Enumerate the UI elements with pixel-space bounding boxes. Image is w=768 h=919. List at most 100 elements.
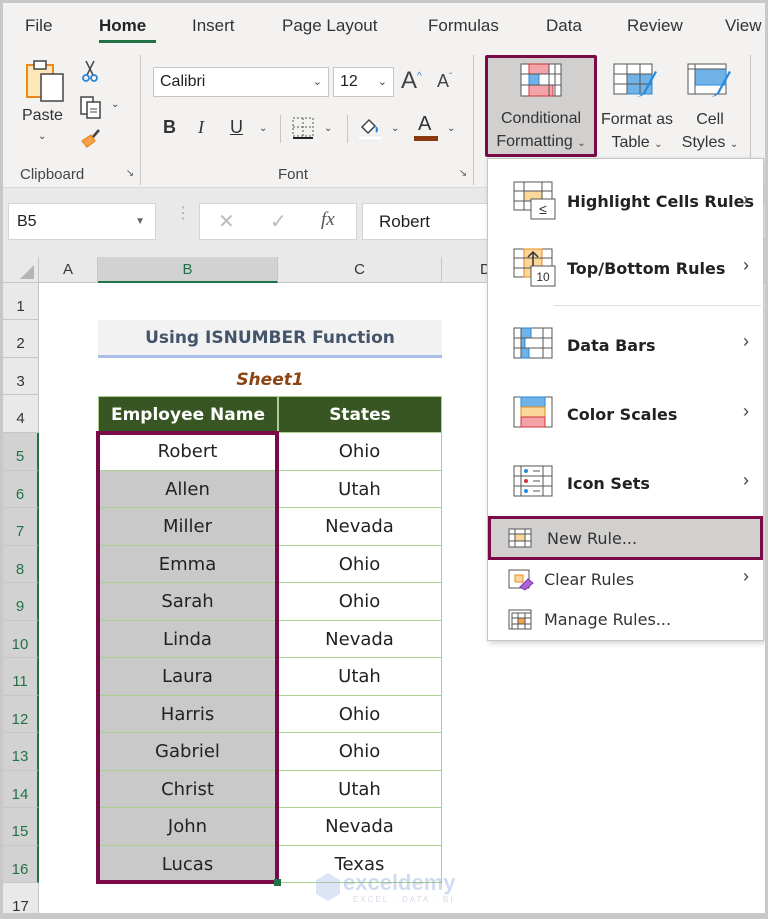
tab-review[interactable]: Review: [627, 16, 683, 36]
cell-state[interactable]: Ohio: [278, 583, 442, 621]
row-header-3[interactable]: 3: [3, 358, 39, 395]
clipboard-launcher-icon[interactable]: ↘: [124, 168, 136, 180]
cell-state[interactable]: Ohio: [278, 695, 442, 733]
borders-chevron-icon[interactable]: ⌄: [324, 123, 332, 134]
menu-item-data-bars[interactable]: Data Bars ›: [488, 309, 763, 377]
insert-function-icon[interactable]: fx: [321, 209, 335, 231]
row-header-13[interactable]: 13: [3, 733, 39, 771]
fill-color-button[interactable]: [357, 115, 383, 146]
column-header-b[interactable]: B: [98, 257, 278, 283]
font-size-dropdown[interactable]: 12 ⌄: [333, 67, 394, 97]
cell-state[interactable]: Utah: [278, 470, 442, 508]
cell-state[interactable]: Nevada: [278, 508, 442, 546]
enter-icon[interactable]: ✓: [270, 209, 287, 234]
tab-view[interactable]: View: [725, 16, 762, 36]
row-header-6[interactable]: 6: [3, 470, 39, 508]
sheet-title[interactable]: Using ISNUMBER Function: [98, 320, 442, 358]
select-all-button[interactable]: [3, 257, 39, 283]
copy-button[interactable]: ⌄: [79, 95, 119, 124]
cell-employee-name[interactable]: Gabriel: [98, 733, 278, 771]
font-name-dropdown[interactable]: Calibri ⌄: [153, 67, 329, 97]
bold-button[interactable]: B: [163, 117, 176, 138]
column-header-c[interactable]: C: [278, 257, 442, 283]
format-painter-button[interactable]: [79, 127, 103, 156]
cell-state[interactable]: Utah: [278, 658, 442, 696]
menu-item-top-bottom-rules[interactable]: 10 Top/Bottom Rules ›: [488, 239, 763, 299]
font-color-chevron-icon[interactable]: ⌄: [447, 123, 455, 134]
cell-employee-name[interactable]: Harris: [98, 695, 278, 733]
cell-state[interactable]: Nevada: [278, 620, 442, 658]
underline-chevron-icon[interactable]: ⌄: [259, 123, 267, 134]
header-employee-name[interactable]: Employee Name: [98, 396, 278, 433]
fill-bucket-icon: [357, 118, 383, 141]
cell-employee-name[interactable]: Lucas: [98, 845, 278, 883]
cell-employee-name[interactable]: Robert: [98, 433, 278, 471]
name-box[interactable]: B5 ▼: [8, 203, 156, 240]
cell-employee-name[interactable]: Miller: [98, 508, 278, 546]
fill-color-chevron-icon[interactable]: ⌄: [391, 123, 399, 134]
tab-data[interactable]: Data: [546, 16, 582, 36]
row-header-14[interactable]: 14: [3, 770, 39, 808]
tab-formulas[interactable]: Formulas: [428, 16, 499, 36]
tab-home[interactable]: Home: [99, 16, 146, 36]
cancel-icon[interactable]: ✕: [218, 209, 235, 234]
menu-item-new-rule[interactable]: New Rule...: [488, 516, 763, 560]
paste-button[interactable]: Paste ⌄: [19, 55, 69, 142]
paste-chevron-icon: ⌄: [38, 131, 47, 142]
font-color-button[interactable]: A: [414, 113, 438, 141]
cell-employee-name[interactable]: Emma: [98, 545, 278, 583]
font-launcher-icon[interactable]: ↘: [457, 168, 469, 180]
menu-item-color-scales[interactable]: Color Scales ›: [488, 379, 763, 447]
row-header-7[interactable]: 7: [3, 508, 39, 546]
data-bars-icon: [513, 327, 553, 359]
cell-state[interactable]: Nevada: [278, 808, 442, 846]
format-as-table-button[interactable]: Format as Table ⌄: [599, 59, 675, 159]
watermark: exceldemy EXCEL · DATA · BI: [315, 870, 465, 910]
menu-item-icon-sets[interactable]: Icon Sets ›: [488, 449, 763, 517]
row-header-11[interactable]: 11: [3, 658, 39, 696]
row-header-2[interactable]: 2: [3, 320, 39, 358]
row-header-10[interactable]: 10: [3, 620, 39, 658]
row-header-16[interactable]: 16: [3, 845, 39, 883]
row-header-4[interactable]: 4: [3, 395, 39, 433]
formula-bar-resize-handle[interactable]: ⋮: [175, 206, 191, 222]
cell-employee-name[interactable]: Allen: [98, 470, 278, 508]
conditional-formatting-button[interactable]: Conditional Formatting ⌄: [485, 55, 597, 157]
underline-button[interactable]: U: [230, 117, 243, 138]
cell-state[interactable]: Utah: [278, 770, 442, 808]
menu-item-highlight-cells-rules[interactable]: ≤ Highlight Cells Rules ›: [488, 171, 763, 231]
highlight-cells-icon: ≤: [513, 181, 556, 220]
chevron-down-icon: ⌄: [729, 139, 739, 150]
row-header-8[interactable]: 8: [3, 545, 39, 583]
italic-button[interactable]: I: [198, 117, 204, 138]
shrink-font-button[interactable]: Aˇ: [437, 71, 452, 92]
cell-employee-name[interactable]: Christ: [98, 770, 278, 808]
row-header-17[interactable]: 17: [3, 883, 39, 913]
row-header-15[interactable]: 15: [3, 808, 39, 846]
row-header-5[interactable]: 5: [3, 433, 39, 471]
cell-state[interactable]: Ohio: [278, 545, 442, 583]
fill-handle[interactable]: [274, 879, 281, 886]
row-header-9[interactable]: 9: [3, 583, 39, 621]
borders-button[interactable]: [292, 117, 314, 144]
cell-state[interactable]: Ohio: [278, 733, 442, 771]
menu-item-clear-rules[interactable]: Clear Rules ›: [488, 561, 763, 599]
sheet-label[interactable]: Sheet1: [98, 365, 442, 395]
cell-employee-name[interactable]: Sarah: [98, 583, 278, 621]
cell-state[interactable]: Ohio: [278, 433, 442, 471]
tab-insert[interactable]: Insert: [192, 16, 235, 36]
menu-item-manage-rules[interactable]: Manage Rules...: [488, 601, 763, 639]
cell-employee-name[interactable]: John: [98, 808, 278, 846]
cell-styles-button[interactable]: Cell Styles ⌄: [677, 59, 743, 159]
cell-employee-name[interactable]: Linda: [98, 620, 278, 658]
column-header-a[interactable]: A: [39, 257, 98, 283]
header-states[interactable]: States: [278, 396, 442, 433]
tab-page-layout[interactable]: Page Layout: [282, 16, 377, 36]
chevron-right-icon: ›: [743, 255, 749, 275]
cut-button[interactable]: [81, 59, 99, 88]
row-header-12[interactable]: 12: [3, 695, 39, 733]
cell-employee-name[interactable]: Laura: [98, 658, 278, 696]
tab-file[interactable]: File: [25, 16, 52, 36]
row-header-1[interactable]: 1: [3, 283, 39, 320]
grow-font-button[interactable]: A^: [401, 67, 422, 95]
